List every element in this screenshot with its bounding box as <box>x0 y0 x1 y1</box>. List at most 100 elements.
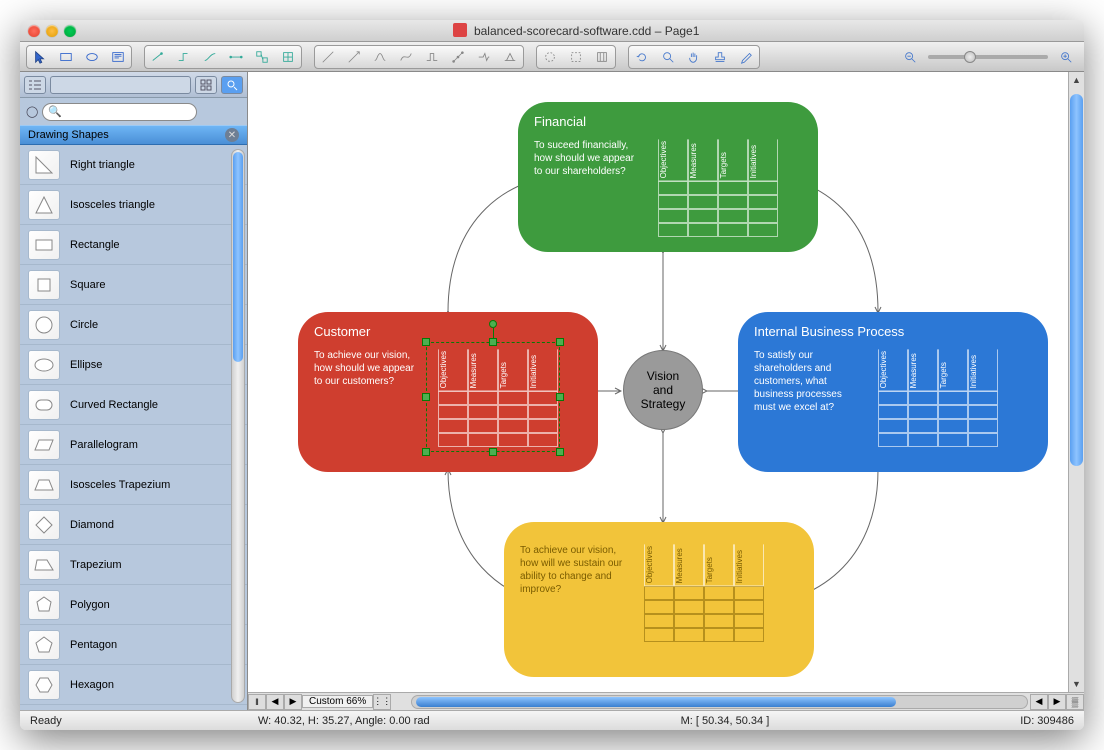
line-tool-3[interactable] <box>368 47 392 67</box>
window-title: balanced-scorecard-software.cdd – Page1 <box>76 23 1076 38</box>
line-tool-8[interactable] <box>498 47 522 67</box>
sidebar-grid-icon[interactable] <box>195 76 217 94</box>
line-tool-4[interactable] <box>394 47 418 67</box>
vision-strategy-node[interactable]: Vision and Strategy <box>623 350 703 430</box>
minimize-button[interactable] <box>46 25 58 37</box>
financial-question: To suceed financially, how should we app… <box>534 139 644 178</box>
shape-label: Circle <box>70 319 98 331</box>
line-tool-6[interactable] <box>446 47 470 67</box>
connector-4[interactable] <box>224 47 248 67</box>
sidebar-scrollbar-thumb[interactable] <box>233 152 243 362</box>
page-prev-icon[interactable]: ◀ <box>266 694 284 710</box>
shape-swatch <box>28 470 60 500</box>
shape-item[interactable]: Right triangle <box>20 145 247 185</box>
hand-tool[interactable] <box>682 47 706 67</box>
zoom-slider-thumb[interactable] <box>964 51 976 63</box>
shape-list[interactable]: Right triangleIsosceles triangleRectangl… <box>20 145 247 710</box>
shape-item[interactable]: Parallelogram <box>20 425 247 465</box>
learning-question: To achieve our vision, how will we susta… <box>520 544 630 596</box>
scroll-right-icon[interactable]: ▶ <box>1048 694 1066 710</box>
shape-swatch <box>28 430 60 460</box>
search-input[interactable] <box>42 103 197 121</box>
shape-item[interactable]: Isosceles Trapezium <box>20 465 247 505</box>
connector-2[interactable] <box>172 47 196 67</box>
shape-item[interactable]: Rectangle <box>20 225 247 265</box>
shape-swatch <box>28 150 60 180</box>
sidebar-scrollbar[interactable] <box>231 149 245 703</box>
sidebar-section-title[interactable]: Drawing Shapes ✕ <box>20 125 247 145</box>
financial-title: Financial <box>534 114 802 129</box>
line-tool-1[interactable] <box>316 47 340 67</box>
shape-swatch <box>28 510 60 540</box>
connector-3[interactable] <box>198 47 222 67</box>
shape-item[interactable]: Polygon <box>20 585 247 625</box>
status-id: ID: 309486 <box>1010 715 1084 727</box>
section-close-icon[interactable]: ✕ <box>225 128 239 142</box>
tool-group-connectors <box>144 45 302 69</box>
perspective-customer[interactable]: Customer To achieve our vision, how shou… <box>298 312 598 472</box>
ellipse-tool[interactable] <box>80 47 104 67</box>
shape-item[interactable]: Ellipse <box>20 345 247 385</box>
shape-item[interactable]: Trapezium <box>20 545 247 585</box>
customer-title: Customer <box>314 324 582 339</box>
connector-5[interactable] <box>250 47 274 67</box>
shape-item[interactable]: Pentagon <box>20 625 247 665</box>
shape-item[interactable]: Equilateral hexagon <box>20 705 247 710</box>
internal-question: To satisfy our shareholders and customer… <box>754 349 864 414</box>
app-window: balanced-scorecard-software.cdd – Page1 <box>20 20 1084 730</box>
rect-tool[interactable] <box>54 47 78 67</box>
magnify-tool[interactable] <box>656 47 680 67</box>
pointer-tool[interactable] <box>28 47 52 67</box>
scroll-up-icon[interactable]: ▲ <box>1069 72 1084 88</box>
eyedropper-tool[interactable] <box>734 47 758 67</box>
refresh-tool[interactable] <box>630 47 654 67</box>
line-tool-2[interactable] <box>342 47 366 67</box>
canvas-v-scrollbar[interactable]: ▲ ▼ <box>1068 72 1084 692</box>
status-ready: Ready <box>20 715 248 727</box>
edit-tool-3[interactable] <box>590 47 614 67</box>
scroll-down-icon[interactable]: ▼ <box>1069 676 1084 692</box>
edit-tool-1[interactable] <box>538 47 562 67</box>
shape-label: Trapezium <box>70 559 122 571</box>
shape-item[interactable]: Hexagon <box>20 665 247 705</box>
zoom-slider[interactable] <box>928 55 1048 59</box>
zoom-button[interactable] <box>64 25 76 37</box>
zoom-out-icon[interactable] <box>898 47 922 67</box>
connector-1[interactable] <box>146 47 170 67</box>
shape-swatch <box>28 550 60 580</box>
page-next-icon[interactable]: ▶ <box>284 694 302 710</box>
zoom-label[interactable]: Custom 66% <box>302 695 373 708</box>
center-line-3: Strategy <box>641 397 686 411</box>
shape-swatch <box>28 270 60 300</box>
line-tool-7[interactable] <box>472 47 496 67</box>
shape-item[interactable]: Isosceles triangle <box>20 185 247 225</box>
sidebar-tree-icon[interactable] <box>24 76 46 94</box>
shape-label: Ellipse <box>70 359 102 371</box>
section-title-label: Drawing Shapes <box>28 129 109 141</box>
shape-item[interactable]: Circle <box>20 305 247 345</box>
stamp-tool[interactable] <box>708 47 732 67</box>
connector-6[interactable] <box>276 47 300 67</box>
hscroll-corner[interactable]: ▒ <box>1066 694 1084 710</box>
edit-tool-2[interactable] <box>564 47 588 67</box>
perspective-learning[interactable]: To achieve our vision, how will we susta… <box>504 522 814 677</box>
canvas-v-scroll-thumb[interactable] <box>1070 94 1083 466</box>
canvas[interactable]: Financial To suceed financially, how sho… <box>248 72 1084 692</box>
shape-item[interactable]: Square <box>20 265 247 305</box>
canvas-h-scrollbar[interactable] <box>411 695 1028 709</box>
close-button[interactable] <box>28 25 40 37</box>
hscroll-stub-1[interactable]: ‖ <box>248 694 266 710</box>
text-tool[interactable] <box>106 47 130 67</box>
zoom-in-icon[interactable] <box>1054 47 1078 67</box>
shape-swatch <box>28 630 60 660</box>
canvas-h-scroll-thumb[interactable] <box>416 697 896 707</box>
canvas-h-scroll-row: ‖ ◀ ▶ Custom 66% ⋮⋮ ◀ ▶ ▒ <box>248 692 1084 710</box>
perspective-financial[interactable]: Financial To suceed financially, how sho… <box>518 102 818 252</box>
perspective-internal[interactable]: Internal Business Process To satisfy our… <box>738 312 1048 472</box>
shape-item[interactable]: Diamond <box>20 505 247 545</box>
scroll-left-icon[interactable]: ◀ <box>1030 694 1048 710</box>
hscroll-stub-2[interactable]: ⋮⋮ <box>373 694 391 710</box>
sidebar-search-toggle[interactable] <box>221 76 243 94</box>
shape-item[interactable]: Curved Rectangle <box>20 385 247 425</box>
line-tool-5[interactable] <box>420 47 444 67</box>
